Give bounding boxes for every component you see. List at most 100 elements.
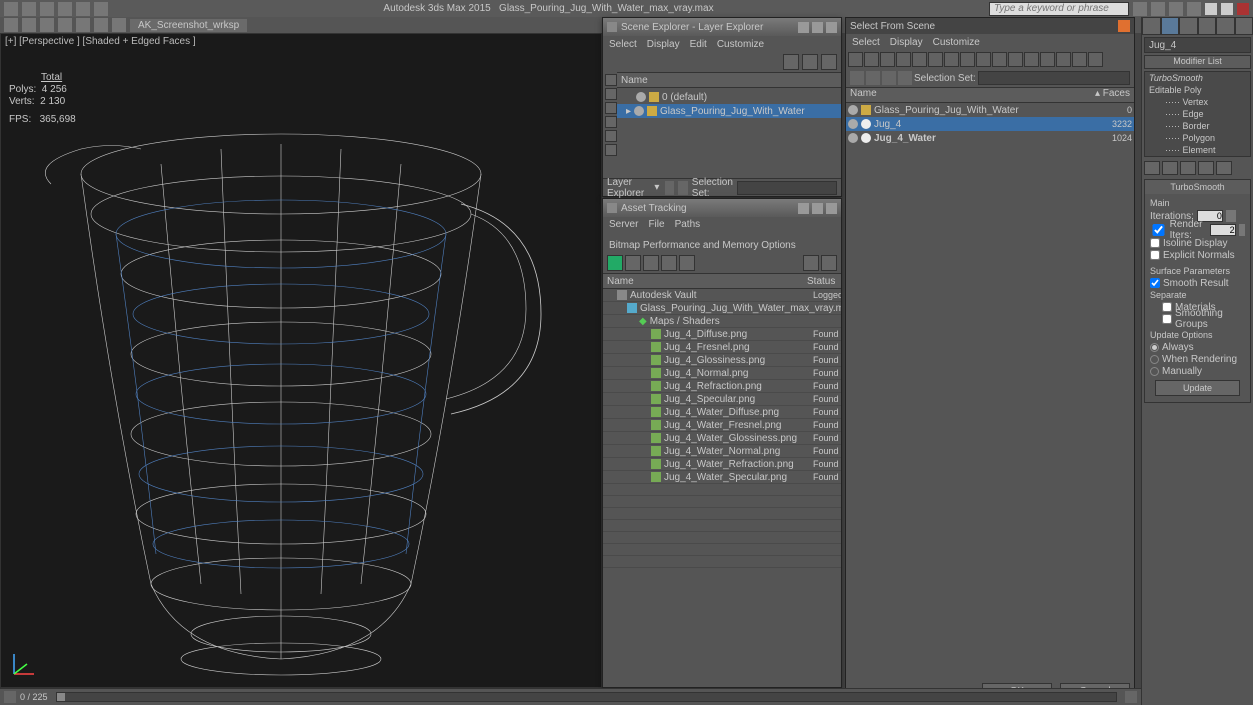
asset-row[interactable]: Jug_4_Water_Diffuse.pngFound: [603, 406, 841, 419]
prev-frame-button[interactable]: [4, 691, 16, 703]
asset-row[interactable]: Jug_4_Diffuse.pngFound: [603, 328, 841, 341]
close-icon[interactable]: [826, 203, 837, 214]
menu-customize[interactable]: Customize: [717, 39, 764, 50]
menu-display[interactable]: Display: [647, 39, 680, 50]
explorer-type-dropdown[interactable]: Layer Explorer: [607, 177, 650, 199]
qat-icon[interactable]: [40, 18, 54, 32]
column-name[interactable]: Name: [846, 88, 1094, 102]
tab-utilities[interactable]: [1235, 17, 1253, 35]
menu-server[interactable]: Server: [609, 219, 638, 230]
menu-display[interactable]: Display: [890, 37, 923, 48]
undo-icon[interactable]: [76, 2, 90, 16]
asset-row[interactable]: Jug_4_Normal.pngFound: [603, 367, 841, 380]
toolbar-button[interactable]: [802, 54, 818, 70]
column-faces[interactable]: ▴ Faces: [1094, 88, 1134, 102]
visibility-icon[interactable]: [848, 133, 858, 143]
toolbar-button[interactable]: [821, 255, 837, 271]
pin-stack-icon[interactable]: [1144, 161, 1160, 175]
modifier-row[interactable]: ····· Edge: [1145, 108, 1250, 120]
visibility-icon[interactable]: [636, 92, 646, 102]
layer-row[interactable]: ▸ Glass_Pouring_Jug_With_Water: [617, 104, 841, 118]
filter-icon[interactable]: [1072, 52, 1087, 67]
redo-icon[interactable]: [94, 2, 108, 16]
filter-icon[interactable]: [896, 52, 911, 67]
toolbar-button[interactable]: [898, 71, 912, 85]
maximize-button[interactable]: [1221, 3, 1233, 15]
qat-icon[interactable]: [58, 18, 72, 32]
modifier-row[interactable]: Editable Poly: [1145, 84, 1250, 96]
asset-row[interactable]: Jug_4_Refraction.pngFound: [603, 380, 841, 393]
asset-row[interactable]: Jug_4_Water_Normal.pngFound: [603, 445, 841, 458]
qat-icon[interactable]: [94, 18, 108, 32]
rollout-header[interactable]: TurboSmooth: [1145, 180, 1250, 194]
toolbar-button[interactable]: [661, 255, 677, 271]
qat-icon[interactable]: [4, 18, 18, 32]
help-icon[interactable]: [1187, 2, 1201, 16]
menu-select[interactable]: Select: [852, 37, 880, 48]
filter-icon[interactable]: [605, 116, 617, 128]
minimize-icon[interactable]: [798, 203, 809, 214]
modifier-row[interactable]: ····· Polygon: [1145, 132, 1250, 144]
tab-create[interactable]: [1142, 17, 1161, 35]
qat-icon[interactable]: [76, 18, 90, 32]
object-row[interactable]: Jug_4_Water1024: [846, 131, 1134, 145]
toolbar-button[interactable]: [679, 255, 695, 271]
filter-icon[interactable]: [1088, 52, 1103, 67]
tab-hierarchy[interactable]: [1179, 17, 1198, 35]
filter-icon[interactable]: [912, 52, 927, 67]
make-unique-icon[interactable]: [1180, 161, 1196, 175]
close-icon[interactable]: [1118, 20, 1130, 32]
selection-set-input[interactable]: [978, 71, 1130, 85]
toolbar-button[interactable]: [803, 255, 819, 271]
filter-icon[interactable]: [1024, 52, 1039, 67]
configure-icon[interactable]: [1216, 161, 1232, 175]
asset-row[interactable]: Jug_4_Water_Glossiness.pngFound: [603, 432, 841, 445]
exchange-icon[interactable]: [1169, 2, 1183, 16]
filter-icon[interactable]: [605, 144, 617, 156]
next-frame-button[interactable]: [1125, 691, 1137, 703]
filter-icon[interactable]: [605, 88, 617, 100]
refresh-icon[interactable]: [607, 255, 623, 271]
spinner-buttons[interactable]: [1239, 224, 1245, 236]
materials-checkbox[interactable]: [1162, 302, 1172, 312]
modifier-row[interactable]: TurboSmooth: [1145, 72, 1250, 84]
show-result-icon[interactable]: [1162, 161, 1178, 175]
render-iters-input[interactable]: [1210, 224, 1236, 236]
modifier-row[interactable]: ····· Element: [1145, 144, 1250, 156]
asset-row[interactable]: Jug_4_Fresnel.pngFound: [603, 341, 841, 354]
isoline-checkbox[interactable]: [1150, 238, 1160, 248]
visibility-icon[interactable]: [848, 105, 858, 115]
tab-display[interactable]: [1216, 17, 1235, 35]
tab-motion[interactable]: [1198, 17, 1217, 35]
object-row[interactable]: Glass_Pouring_Jug_With_Water0: [846, 103, 1134, 117]
modifier-row[interactable]: ····· Border: [1145, 120, 1250, 132]
always-radio[interactable]: [1150, 343, 1159, 352]
maximize-icon[interactable]: [812, 22, 823, 33]
asset-row[interactable]: Jug_4_Water_Refraction.pngFound: [603, 458, 841, 471]
filter-icon[interactable]: [1040, 52, 1055, 67]
asset-row[interactable]: Glass_Pouring_Jug_With_Water_max_vray.ma…: [603, 302, 841, 315]
remove-modifier-icon[interactable]: [1198, 161, 1214, 175]
column-name[interactable]: Name: [607, 276, 807, 287]
filter-icon[interactable]: [960, 52, 975, 67]
filter-icon[interactable]: [944, 52, 959, 67]
toolbar-button[interactable]: [866, 71, 880, 85]
close-button[interactable]: [1237, 3, 1249, 15]
smoothing-groups-checkbox[interactable]: [1162, 314, 1172, 324]
update-button[interactable]: Update: [1155, 380, 1241, 396]
render-iters-checkbox[interactable]: [1150, 224, 1167, 236]
filter-icon[interactable]: [1056, 52, 1071, 67]
toolbar-button[interactable]: [643, 255, 659, 271]
window-titlebar[interactable]: Asset Tracking: [603, 199, 841, 217]
filter-icon[interactable]: [605, 102, 617, 114]
frame-slider[interactable]: [56, 692, 1117, 702]
modifier-row[interactable]: ····· Vertex: [1145, 96, 1250, 108]
minimize-button[interactable]: [1205, 3, 1217, 15]
toolbar-button[interactable]: [850, 71, 864, 85]
layer-row[interactable]: 0 (default): [617, 90, 841, 104]
column-header[interactable]: Name: [617, 72, 841, 88]
asset-row[interactable]: Jug_4_Water_Fresnel.pngFound: [603, 419, 841, 432]
object-row[interactable]: Jug_43232: [846, 117, 1134, 131]
column-status[interactable]: Status: [807, 276, 837, 287]
filter-icon[interactable]: [976, 52, 991, 67]
